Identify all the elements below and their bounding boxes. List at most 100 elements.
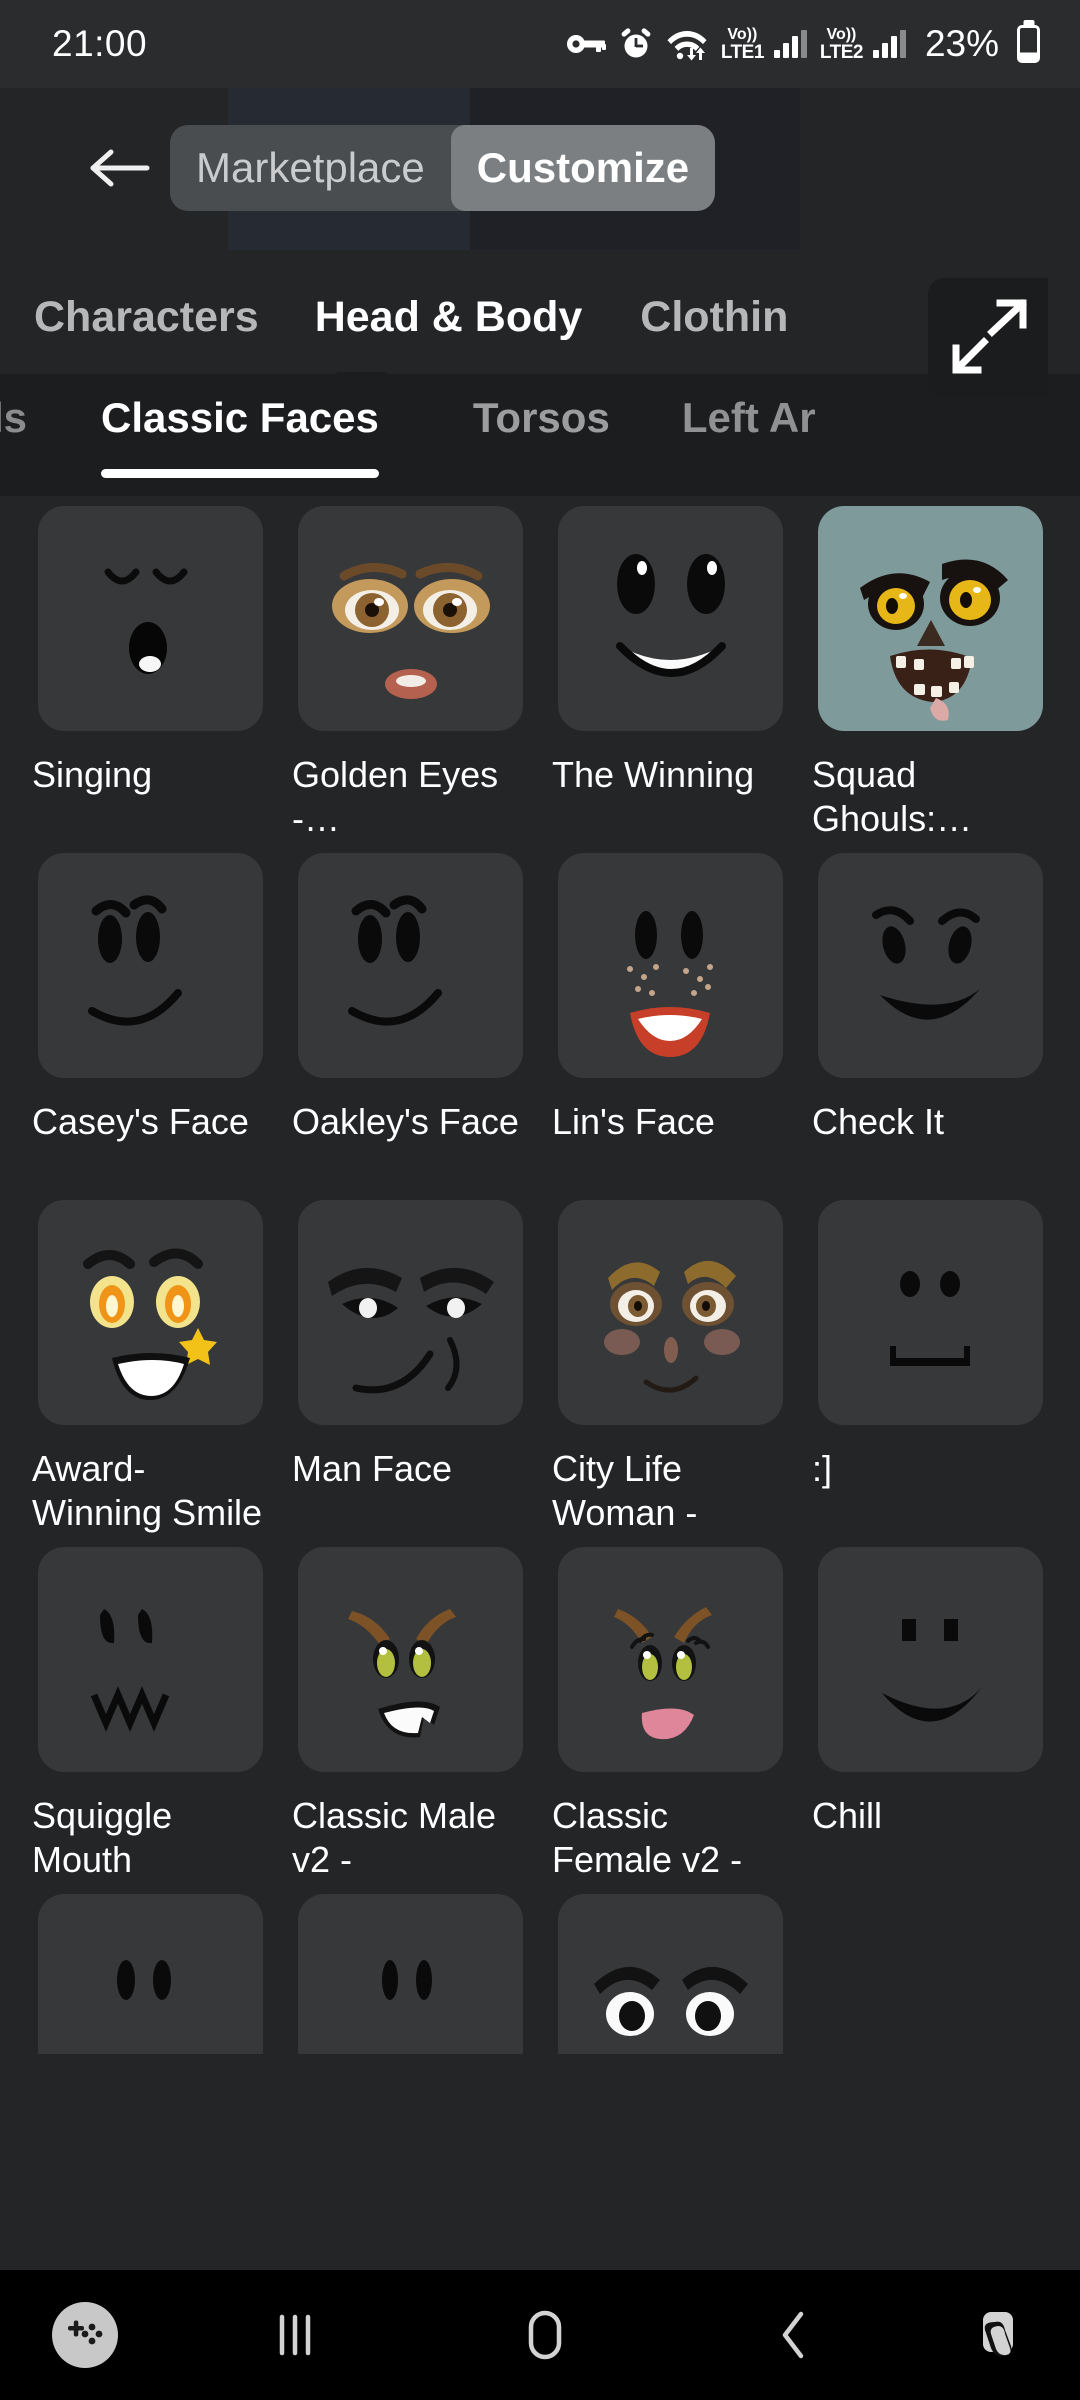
sub-tabs: ds Classic Faces Torsos Left Ar: [0, 374, 1080, 496]
grid-item[interactable]: Golden Eyes -…: [280, 496, 540, 843]
face-art-classic-female-v2: [613, 1607, 712, 1740]
back-button[interactable]: [58, 108, 178, 228]
nav-gamepad-button[interactable]: [0, 2302, 170, 2368]
arrow-left-icon: [90, 149, 150, 187]
grid-item[interactable]: City Life Woman -: [540, 1190, 800, 1537]
tab-characters[interactable]: Characters: [34, 293, 259, 342]
app-header: Marketplace Customize: [0, 88, 1080, 248]
item-label: Classic Female v2 -: [552, 1795, 743, 1880]
subtab-classic-faces-label: Classic Faces: [101, 394, 379, 441]
grid-item[interactable]: Check It: [800, 843, 1060, 1190]
signal-bars-sim2: [872, 30, 906, 58]
face-art-partial-eyes: [593, 1966, 748, 2036]
item-label: City Life Woman -: [552, 1448, 698, 1533]
grid-item[interactable]: Classic Male v2 -: [280, 1537, 540, 1884]
grid-item[interactable]: Award-Winning Smile: [20, 1190, 280, 1537]
item-thumbnail-caseys-face[interactable]: [37, 853, 263, 1078]
item-label: Casey's Face: [32, 1101, 249, 1142]
expand-diagonal-icon: [952, 299, 1027, 374]
grid-item[interactable]: Singing: [20, 496, 280, 843]
item-thumbnail-singing[interactable]: [37, 506, 263, 731]
resize-window-button[interactable]: [928, 278, 1048, 396]
item-thumbnail-golden-eyes[interactable]: [297, 506, 523, 731]
item-label: Squiggle Mouth: [32, 1795, 173, 1880]
grid-item[interactable]: Man Face: [280, 1190, 540, 1537]
phone-screen: 21:00 Vo)) LTE1 Vo)) LTE2 23% Marketplac…: [0, 0, 1080, 2400]
grid-item[interactable]: Lin's Face: [540, 843, 800, 1190]
battery-icon: [1017, 25, 1040, 63]
item-thumbnail-partial-a[interactable]: [37, 1894, 263, 2054]
status-bar: 21:00 Vo)) LTE1 Vo)) LTE2 23%: [0, 0, 1080, 88]
nav-floating-pointer-button[interactable]: [920, 2306, 1080, 2364]
item-thumbnail-city-life-woman[interactable]: [557, 1200, 783, 1425]
subtab-left-arm[interactable]: Left Ar: [682, 374, 816, 442]
item-thumbnail-oakleys-face[interactable]: [297, 853, 523, 1078]
volte-sim1-icon: Vo)) LTE1: [720, 26, 765, 63]
key-icon: [566, 30, 606, 58]
grid-item[interactable]: [280, 1884, 540, 2054]
status-icons: Vo)) LTE1 Vo)) LTE2 23%: [566, 23, 1040, 65]
face-art-oakleys-face: [347, 895, 442, 1026]
segment-marketplace[interactable]: Marketplace: [170, 125, 451, 211]
grid-item[interactable]: Casey's Face: [20, 843, 280, 1190]
nav-recents-button[interactable]: [170, 2309, 420, 2361]
item-thumbnail-classic-female-v2[interactable]: [557, 1547, 783, 1772]
face-art-the-winning: [615, 554, 726, 677]
item-thumbnail-the-winning[interactable]: [557, 506, 783, 731]
item-thumbnail-chill[interactable]: [817, 1547, 1043, 1772]
face-art-award-winning-smile: [82, 1248, 217, 1400]
item-thumbnail-colon-bracket[interactable]: [817, 1200, 1043, 1425]
subtab-active-underline: [101, 469, 379, 478]
grid-item[interactable]: Classic Female v2 -: [540, 1537, 800, 1884]
item-label: Squad Ghouls:…: [812, 754, 973, 839]
item-label: Lin's Face: [552, 1101, 715, 1142]
item-label: The Winning: [552, 754, 755, 795]
tab-head-and-body[interactable]: Head & Body: [315, 293, 583, 342]
nav-back-button[interactable]: [670, 2306, 920, 2364]
item-label: Oakley's Face: [292, 1101, 519, 1142]
face-art-check-it: [871, 906, 980, 1020]
nav-home-button[interactable]: [420, 2305, 670, 2365]
item-thumbnail-partial-eyes[interactable]: [557, 1894, 783, 2054]
items-grid: Singing Golden Eyes -… The Winning Squad…: [0, 496, 1080, 2054]
grid-item[interactable]: Oakley's Face: [280, 843, 540, 1190]
item-label: Award-Winning Smile: [32, 1448, 263, 1533]
item-thumbnail-classic-male-v2[interactable]: [297, 1547, 523, 1772]
item-label: Singing: [32, 754, 153, 795]
subtab-torsos[interactable]: Torsos: [473, 374, 610, 442]
tab-clothing[interactable]: Clothin: [640, 293, 788, 342]
signal-bars-sim1: [773, 30, 807, 58]
item-label: Classic Male v2 -: [292, 1795, 497, 1880]
subtab-classic-faces[interactable]: Classic Faces: [101, 374, 379, 478]
grid-item[interactable]: The Winning: [540, 496, 800, 843]
item-thumbnail-lins-face[interactable]: [557, 853, 783, 1078]
grid-item[interactable]: Squad Ghouls:…: [800, 496, 1060, 843]
status-clock: 21:00: [52, 23, 148, 64]
item-thumbnail-award-winning-smile[interactable]: [37, 1200, 263, 1425]
face-art-partial-dots-b: [381, 1960, 432, 2000]
grid-item[interactable]: [20, 1884, 280, 2054]
item-thumbnail-check-it[interactable]: [817, 853, 1043, 1078]
item-thumbnail-squiggle-mouth[interactable]: [37, 1547, 263, 1772]
wifi-icon: [666, 27, 708, 61]
grid-item[interactable]: Chill: [800, 1537, 1060, 1884]
item-thumbnail-partial-b[interactable]: [297, 1894, 523, 2054]
subtab-heads-partial[interactable]: ds: [0, 374, 27, 442]
face-art-squad-ghouls: [859, 559, 1008, 721]
items-scroll-area[interactable]: Singing Golden Eyes -… The Winning Squad…: [0, 496, 1080, 2296]
grid-item[interactable]: Squiggle Mouth: [20, 1537, 280, 1884]
face-art-man-face: [327, 1267, 494, 1394]
home-icon: [528, 2310, 562, 2360]
floating-pointer-icon: [983, 2312, 1013, 2357]
category-tabs: Characters Head & Body Clothin: [0, 262, 1080, 372]
view-switcher[interactable]: Marketplace Customize: [170, 125, 716, 211]
gamepad-icon: [52, 2302, 118, 2368]
item-thumbnail-man-face[interactable]: [297, 1200, 523, 1425]
volte-sim1-bottom: LTE1: [720, 41, 765, 63]
item-thumbnail-squad-ghouls[interactable]: [817, 506, 1043, 731]
grid-item[interactable]: :]: [800, 1190, 1060, 1537]
alarm-icon: [619, 27, 653, 61]
grid-item[interactable]: [540, 1884, 800, 2054]
android-navigation-bar: [0, 2270, 1080, 2400]
segment-customize[interactable]: Customize: [450, 125, 716, 211]
